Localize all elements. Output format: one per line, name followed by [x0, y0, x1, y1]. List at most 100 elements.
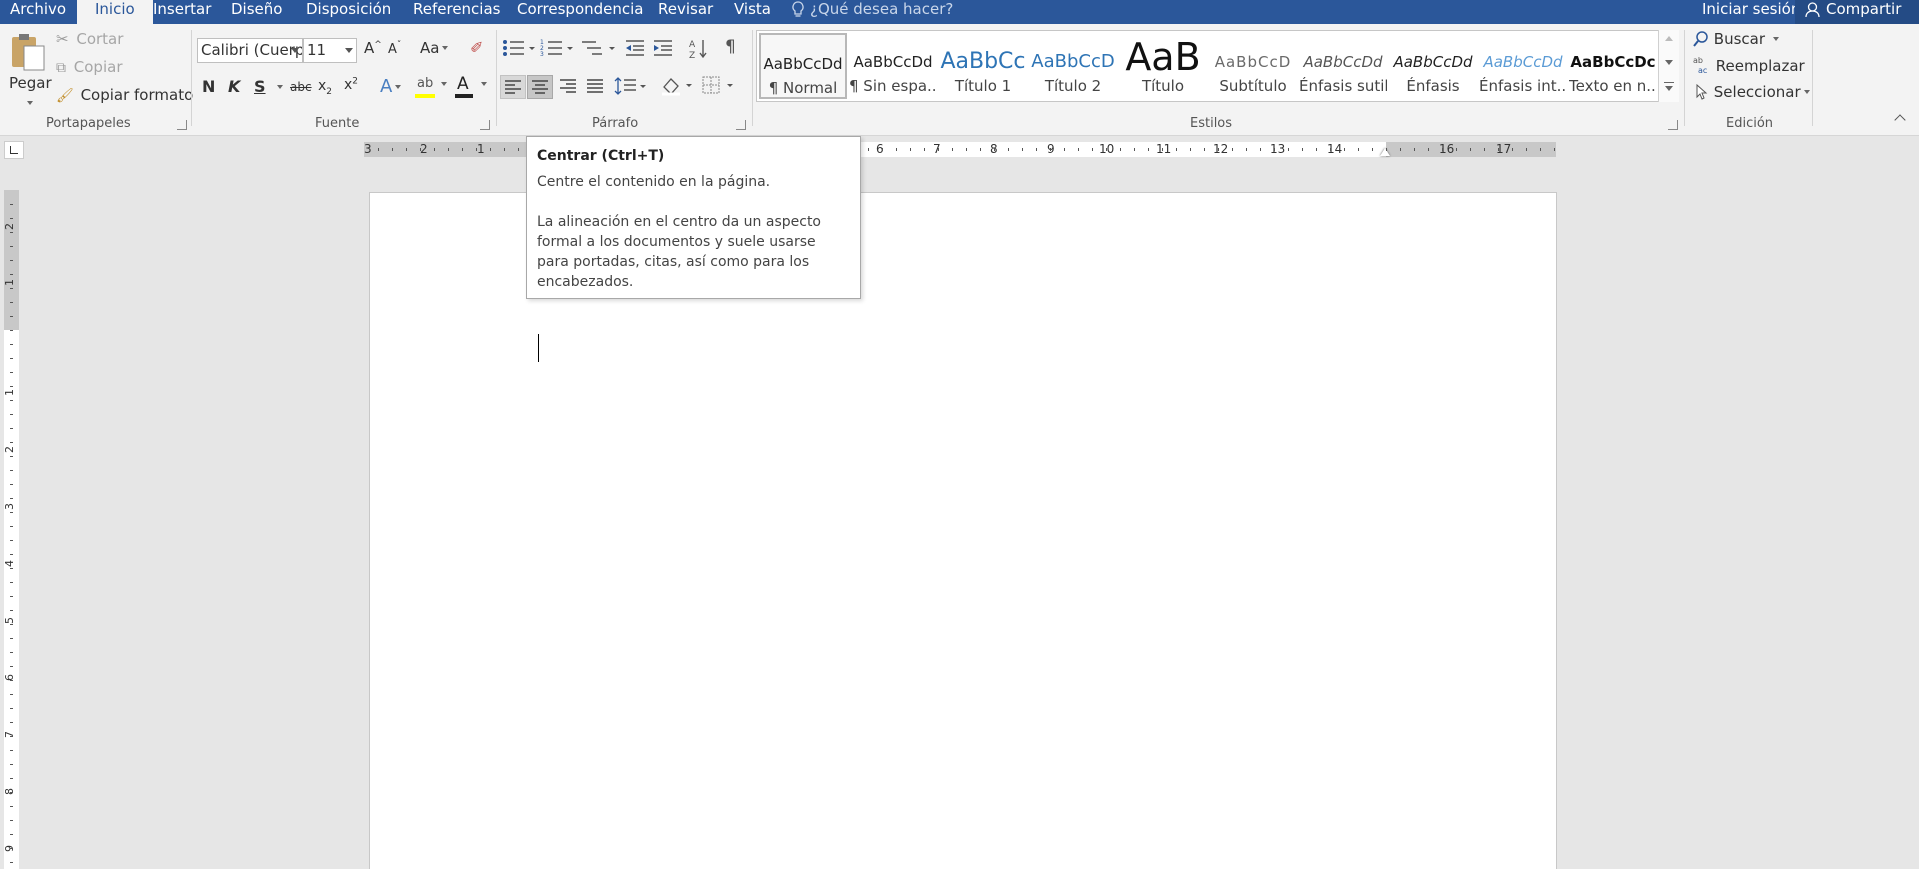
align-center-tooltip: Centrar (Ctrl+T) Centre el contenido en … — [526, 136, 861, 299]
superscript-button[interactable]: x2 — [344, 76, 358, 93]
font-size-combo[interactable]: 11 — [303, 38, 357, 63]
scroll-up-icon[interactable] — [1665, 36, 1673, 41]
ruler-tick — [1330, 148, 1331, 151]
share-button[interactable]: Compartir — [1795, 0, 1919, 24]
ruler-number: 12 — [1213, 142, 1229, 156]
decrease-indent-icon[interactable] — [624, 38, 646, 58]
ruler-tick — [490, 148, 491, 151]
justify-button[interactable] — [583, 75, 609, 99]
select-button[interactable]: Seleccionar — [1695, 83, 1810, 103]
tab-selector[interactable] — [4, 141, 24, 159]
style-title[interactable]: AaB Título — [1119, 33, 1207, 99]
cut-button[interactable]: ✂ Cortar — [56, 30, 123, 50]
replace-button[interactable]: ab ac Reemplazar — [1693, 56, 1805, 76]
ruler-tick — [1064, 148, 1065, 151]
tab-correspondencia[interactable]: Correspondencia — [507, 0, 654, 24]
font-color-button[interactable]: A — [454, 74, 488, 100]
copy-button[interactable]: ⧉ Copiar — [56, 58, 122, 78]
tab-diseno[interactable]: Diseño — [221, 0, 292, 24]
borders-icon[interactable] — [702, 76, 736, 96]
paste-button[interactable]: Pegar — [6, 28, 52, 108]
style-intense-emphasis[interactable]: AaBbCcDd Énfasis int... — [1479, 33, 1567, 99]
shrink-font-button[interactable]: Aˇ — [388, 41, 401, 57]
ruler-tick — [1260, 148, 1261, 151]
shading-icon[interactable] — [660, 75, 696, 97]
subscript-button[interactable]: x2 — [318, 78, 332, 97]
style-subtitle[interactable]: AaBbCcD Subtítulo — [1209, 33, 1297, 99]
highlight-button[interactable]: ab — [414, 74, 448, 100]
numbering-icon[interactable]: 123 — [540, 38, 574, 58]
font-launcher-icon[interactable] — [480, 120, 490, 130]
tab-archivo[interactable]: Archivo — [0, 0, 76, 24]
style-heading-1[interactable]: AaBbCc Título 1 — [939, 33, 1027, 99]
styles-gallery-scroll[interactable] — [1658, 30, 1679, 102]
style-emphasis[interactable]: AaBbCcDd Énfasis — [1389, 33, 1477, 99]
tab-insertar[interactable]: Insertar — [143, 0, 221, 24]
ruler-tick — [10, 862, 13, 863]
style-subtle-emphasis[interactable]: AaBbCcDd Énfasis sutil — [1299, 33, 1387, 99]
style-normal[interactable]: AaBbCcDd ¶ Normal — [759, 33, 847, 99]
style-no-spacing[interactable]: AaBbCcDd ¶ Sin espa... — [849, 33, 937, 99]
ribbon-tab-bar: Archivo Inicio Insertar Diseño Disposici… — [0, 0, 1919, 24]
tab-inicio[interactable]: Inicio — [77, 0, 153, 24]
scissors-icon: ✂ — [56, 30, 69, 48]
ruler-tick — [1498, 148, 1499, 151]
paragraph-launcher-icon[interactable] — [736, 120, 746, 130]
ruler-tick — [868, 148, 869, 151]
ruler-tick — [462, 148, 463, 151]
clear-format-button[interactable]: ✐ — [470, 38, 483, 57]
format-painter-button[interactable]: 🖌 Copiar formato — [56, 86, 193, 106]
line-spacing-icon[interactable] — [614, 76, 648, 98]
ruler-tick — [10, 638, 13, 639]
ruler-tick — [1008, 148, 1009, 151]
tell-me-search[interactable]: ¿Qué desea hacer? — [792, 0, 953, 24]
more-styles-icon[interactable] — [1664, 82, 1674, 92]
ruler-tick — [1232, 148, 1233, 151]
show-formatting-button[interactable]: ¶ — [725, 37, 736, 57]
ruler-tick — [10, 722, 13, 723]
ruler-tick — [10, 708, 13, 709]
tab-disposicion[interactable]: Disposición — [296, 0, 401, 24]
change-case-button[interactable]: Aa — [420, 39, 449, 57]
ruler-tick — [1246, 148, 1247, 151]
tab-vista[interactable]: Vista — [724, 0, 781, 24]
bullets-icon[interactable] — [502, 38, 536, 58]
underline-button[interactable]: S — [254, 77, 266, 96]
italic-button[interactable]: K — [228, 77, 240, 96]
align-center-button[interactable] — [527, 75, 553, 99]
collapse-ribbon-icon[interactable] — [1894, 114, 1906, 126]
ruler-tick — [1484, 148, 1485, 151]
align-right-button[interactable] — [556, 75, 582, 99]
bold-button[interactable]: N — [202, 77, 215, 96]
tab-revisar[interactable]: Revisar — [648, 0, 723, 24]
style-heading-2[interactable]: AaBbCcD Título 2 — [1029, 33, 1117, 99]
clipboard-launcher-icon[interactable] — [177, 120, 187, 130]
strikethrough-button[interactable]: abc — [290, 80, 312, 94]
ruler-tick — [10, 316, 13, 317]
text-effects-button[interactable]: A — [380, 76, 402, 97]
tab-referencias[interactable]: Referencias — [403, 0, 510, 24]
text-effects-icon: A — [380, 76, 393, 97]
style-name: Énfasis int... — [1479, 77, 1567, 95]
font-name-value: Calibri (Cuerp — [201, 41, 303, 59]
chevron-down-icon — [481, 82, 487, 86]
sort-icon[interactable]: AZ — [689, 38, 709, 60]
scroll-down-icon[interactable] — [1665, 60, 1673, 65]
find-button[interactable]: Buscar — [1693, 30, 1779, 50]
group-divider — [191, 30, 192, 126]
multilevel-list-icon[interactable] — [580, 38, 616, 58]
sign-in-link[interactable]: Iniciar sesión — [1702, 0, 1800, 19]
grow-font-button[interactable]: A^ — [364, 39, 382, 57]
vertical-ruler[interactable]: 2 1 1 2 3 4 5 6 7 8 9 — [3, 190, 19, 869]
ruler-tick — [10, 470, 13, 471]
styles-launcher-icon[interactable] — [1668, 120, 1678, 130]
font-name-combo[interactable]: Calibri (Cuerp — [197, 38, 303, 63]
style-preview: AaBbCcDd — [1303, 53, 1383, 71]
style-strong[interactable]: AaBbCcDc Texto en n... — [1569, 33, 1657, 99]
cut-label: Cortar — [76, 30, 124, 48]
right-indent-marker[interactable] — [1380, 148, 1390, 156]
align-left-button[interactable] — [500, 75, 526, 99]
ruler-tick — [882, 148, 883, 151]
increase-indent-icon[interactable] — [652, 38, 674, 58]
ruler-tick — [10, 386, 13, 387]
